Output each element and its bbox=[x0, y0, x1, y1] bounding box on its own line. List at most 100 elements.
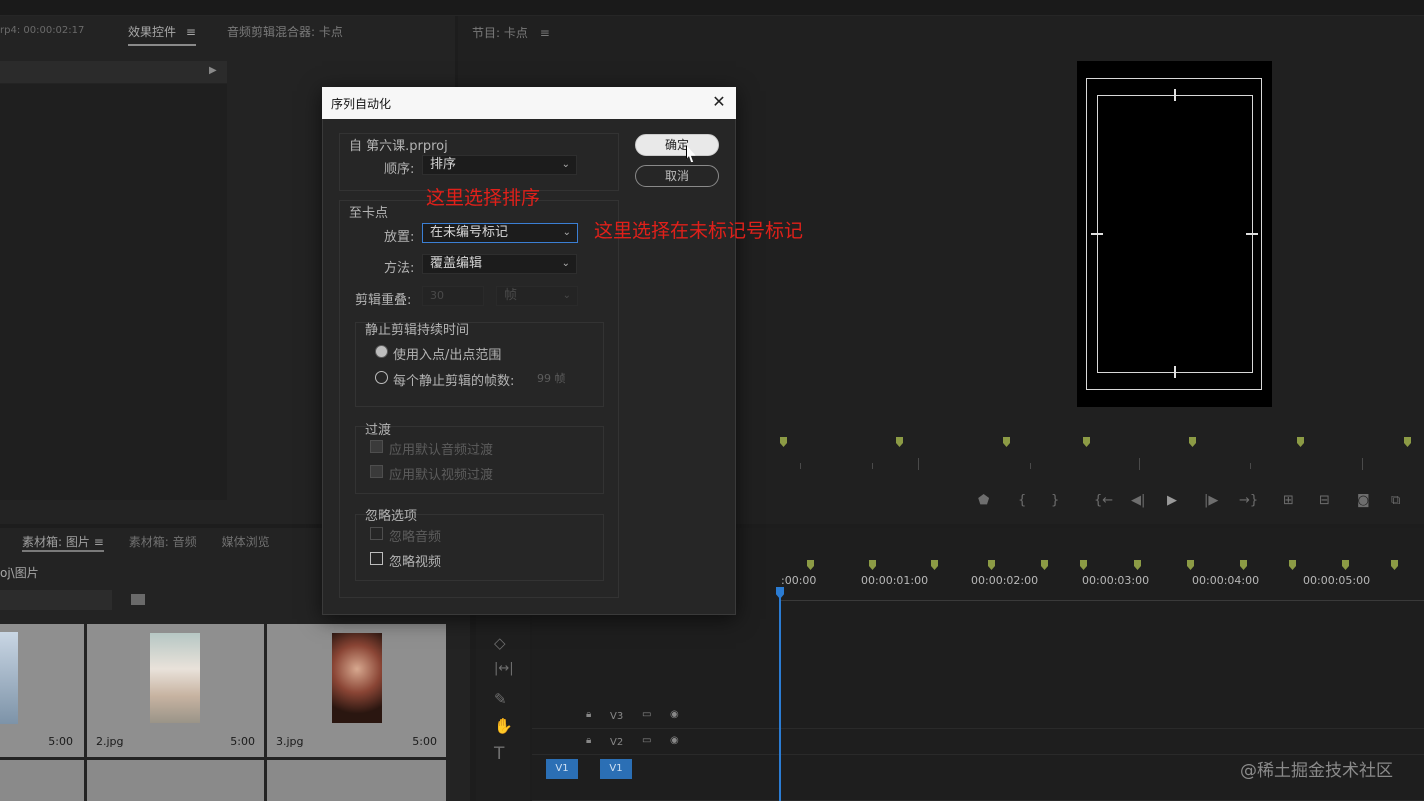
tab-menu-icon[interactable]: ≡ bbox=[186, 25, 196, 39]
thumbnail-image bbox=[150, 633, 200, 723]
bin-path: oj\图片 bbox=[0, 566, 39, 580]
timecode-label: :00:00 bbox=[781, 574, 817, 587]
mark-in-icon[interactable]: { bbox=[1018, 493, 1026, 511]
button-editor-icon[interactable]: ⧉ bbox=[1391, 493, 1400, 511]
panel-menu-icon[interactable]: ≡ bbox=[540, 26, 550, 40]
effect-controls-body bbox=[0, 84, 227, 500]
add-marker-icon[interactable]: ⬟ bbox=[978, 493, 989, 511]
media-thumbnail[interactable]: 3.jpg 5:00 bbox=[267, 624, 446, 757]
tab-audio-clip-mixer[interactable]: 音频剪辑混合器: 卡点 bbox=[227, 23, 343, 40]
tab-media-browser[interactable]: 媒体浏览 bbox=[222, 533, 270, 552]
ignore-audio-checkbox[interactable] bbox=[370, 527, 383, 540]
ruler-tick bbox=[918, 458, 919, 470]
eye-icon[interactable]: ◉ bbox=[670, 735, 679, 746]
safe-margin-tick bbox=[1091, 233, 1103, 235]
export-frame-icon[interactable]: ◙ bbox=[1357, 493, 1370, 511]
step-forward-icon[interactable]: |▶ bbox=[1204, 493, 1218, 511]
project-tabs: 素材箱: 图片 ≡ 素材箱: 音频 媒体浏览 bbox=[22, 533, 270, 552]
thumbnail-image bbox=[332, 633, 382, 723]
eye-icon[interactable]: ◉ bbox=[670, 709, 679, 720]
panel-menu-icon[interactable]: ≡ bbox=[94, 535, 104, 549]
extract-icon[interactable]: ⊟ bbox=[1319, 493, 1330, 511]
step-back-icon[interactable]: ◀| bbox=[1131, 493, 1145, 511]
play-arrow-icon[interactable]: ▶ bbox=[209, 65, 217, 76]
placement-select-value: 在未编号标记 bbox=[430, 225, 509, 240]
ruler-tick bbox=[1030, 463, 1031, 469]
tab-bin-audio[interactable]: 素材箱: 音频 bbox=[129, 533, 197, 552]
top-bar bbox=[0, 0, 1424, 16]
clip-overlap-unit-select[interactable]: 帧 ⌄ bbox=[496, 286, 578, 306]
go-to-in-icon[interactable]: {← bbox=[1094, 493, 1113, 511]
order-select[interactable]: 排序 ⌄ bbox=[422, 155, 577, 175]
order-label: 顺序: bbox=[384, 162, 415, 177]
cancel-button[interactable]: 取消 bbox=[635, 165, 719, 187]
method-select[interactable]: 覆盖编辑 ⌄ bbox=[422, 254, 577, 274]
frames-per-still-radio[interactable] bbox=[375, 371, 388, 384]
new-bin-folder-icon[interactable] bbox=[131, 594, 145, 605]
frames-per-still-value[interactable]: 99 帧 bbox=[537, 370, 566, 386]
timecode-label: 00:00:04:00 bbox=[1192, 574, 1260, 587]
hand-tool-icon[interactable]: ✋ bbox=[494, 717, 513, 735]
lock-icon[interactable]: 🔒︎ bbox=[586, 709, 591, 720]
ruler-tick bbox=[800, 463, 801, 469]
bin-search-input[interactable] bbox=[0, 590, 112, 610]
annotation-placement: 这里选择在未标记号标记 bbox=[594, 220, 804, 242]
use-in-out-radio[interactable] bbox=[375, 345, 388, 358]
effect-controls-header-strip bbox=[0, 61, 227, 83]
still-clip-duration-label: 静止剪辑持续时间 bbox=[365, 323, 470, 338]
close-icon[interactable]: ✕ bbox=[710, 92, 728, 112]
chevron-down-icon: ⌄ bbox=[562, 227, 571, 238]
media-thumbnail[interactable]: 2.jpg 5:00 bbox=[87, 624, 264, 757]
chevron-down-icon: ⌄ bbox=[561, 159, 570, 170]
pen-tool-icon[interactable]: ✎ bbox=[494, 690, 507, 708]
program-monitor-title[interactable]: 节目: 卡点 ≡ bbox=[472, 24, 550, 41]
clip-overlap-label: 剪辑重叠: bbox=[355, 293, 412, 308]
to-label: 至卡点 bbox=[349, 206, 389, 221]
chevron-down-icon: ⌄ bbox=[561, 258, 570, 269]
source-patch-v1[interactable]: V1 bbox=[546, 759, 578, 779]
sync-icon[interactable]: ▭ bbox=[642, 735, 651, 746]
clip-overlap-input[interactable]: 30 bbox=[422, 286, 484, 306]
ignore-options-label: 忽略选项 bbox=[365, 509, 418, 524]
thumbnail-duration: 5:00 bbox=[412, 735, 437, 748]
go-to-out-icon[interactable]: →} bbox=[1239, 493, 1258, 511]
razor-tool-icon[interactable]: ◇ bbox=[494, 634, 506, 652]
sync-icon[interactable]: ▭ bbox=[642, 709, 651, 720]
mark-out-icon[interactable]: } bbox=[1051, 493, 1059, 511]
safe-margin-tick bbox=[1246, 233, 1258, 235]
track-target-v1[interactable]: V1 bbox=[600, 759, 632, 779]
apply-video-transition-checkbox[interactable] bbox=[370, 465, 383, 478]
ruler-tick bbox=[1362, 458, 1363, 470]
placement-select[interactable]: 在未编号标记 ⌄ bbox=[422, 223, 578, 243]
track-v3: V3 🔒︎ ▭ ◉ bbox=[532, 703, 1424, 729]
playhead[interactable] bbox=[779, 590, 781, 801]
media-thumbnail[interactable] bbox=[0, 760, 84, 801]
use-in-out-label: 使用入点/出点范围 bbox=[393, 348, 502, 363]
play-icon[interactable]: ▶ bbox=[1167, 493, 1177, 511]
track-label: V2 bbox=[610, 737, 624, 748]
lift-icon[interactable]: ⊞ bbox=[1283, 493, 1294, 511]
ignore-video-checkbox[interactable] bbox=[370, 552, 383, 565]
transition-group bbox=[355, 426, 604, 494]
apply-audio-transition-checkbox[interactable] bbox=[370, 440, 383, 453]
program-title-text: 节目: 卡点 bbox=[472, 26, 528, 40]
media-thumbnail[interactable] bbox=[267, 760, 446, 801]
media-thumbnail[interactable]: 5:00 bbox=[0, 624, 84, 757]
safe-margin-tick bbox=[1174, 89, 1176, 101]
timeline-ruler[interactable] bbox=[780, 600, 1424, 601]
ruler-tick bbox=[1139, 458, 1140, 470]
from-label: 自 第六课.prproj bbox=[349, 139, 448, 154]
tab-label: 效果控件 bbox=[128, 25, 177, 39]
tab-effect-controls[interactable]: 效果控件 ≡ bbox=[128, 23, 196, 46]
order-select-value: 排序 bbox=[430, 157, 457, 172]
ok-button[interactable]: 确定 bbox=[635, 134, 719, 156]
slip-tool-icon[interactable]: |↔| bbox=[494, 661, 514, 676]
ignore-video-label: 忽略视频 bbox=[389, 555, 442, 570]
media-thumbnail[interactable] bbox=[87, 760, 264, 801]
dialog-title: 序列自动化 bbox=[331, 97, 392, 111]
tab-label: 素材箱: 图片 bbox=[22, 535, 90, 549]
lock-icon[interactable]: 🔒︎ bbox=[586, 735, 591, 746]
type-tool-icon[interactable]: T bbox=[494, 744, 504, 764]
tab-bin-images[interactable]: 素材箱: 图片 ≡ bbox=[22, 533, 104, 552]
annotation-order: 这里选择排序 bbox=[426, 187, 541, 209]
